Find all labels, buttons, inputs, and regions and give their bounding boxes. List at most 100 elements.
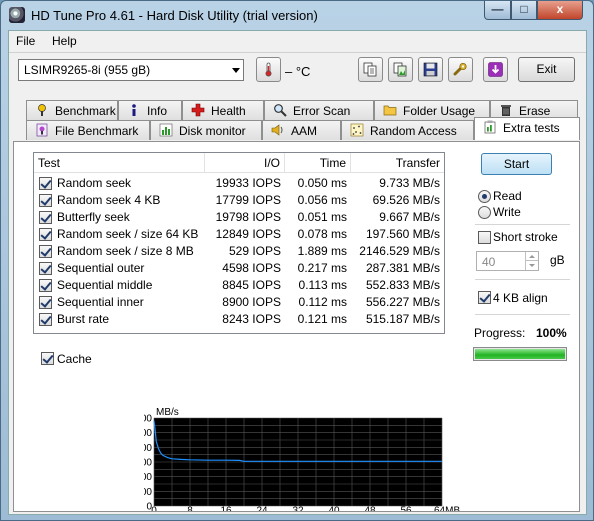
tab-folder-usage[interactable]: Folder Usage bbox=[374, 100, 490, 120]
test-name-cell: Random seek / size 8 MB bbox=[57, 244, 194, 258]
time-cell: 0.112 ms bbox=[298, 295, 347, 309]
close-button[interactable]: x bbox=[537, 1, 583, 20]
spin-down-icon[interactable] bbox=[525, 261, 538, 270]
table-row[interactable]: Random seek / size 64 KB 12849 IOPS 0.078 … bbox=[34, 226, 444, 243]
table-row[interactable]: Burst rate 8243 IOPS 0.121 ms 515.187 MB/s bbox=[34, 311, 444, 328]
drive-select[interactable]: LSIMR9265-8i (955 gB) bbox=[18, 59, 244, 81]
tab-disk-monitor[interactable]: Disk monitor bbox=[150, 120, 262, 140]
progress-fill bbox=[475, 349, 565, 359]
column-header-transfer[interactable]: Transfer bbox=[351, 153, 444, 173]
y-axis-label: MB/s bbox=[156, 407, 179, 418]
temperature-button[interactable] bbox=[256, 57, 281, 82]
tab-info[interactable]: Info bbox=[118, 100, 182, 120]
tab-file-benchmark[interactable]: File Benchmark bbox=[26, 120, 150, 140]
short-stroke-input[interactable]: 40 bbox=[476, 251, 539, 271]
app-window: HD Tune Pro 4.61 - Hard Disk Utility (tr… bbox=[0, 0, 594, 521]
title-bar[interactable]: HD Tune Pro 4.61 - Hard Disk Utility (tr… bbox=[1, 1, 593, 29]
write-radio[interactable] bbox=[478, 206, 491, 219]
row-checkbox[interactable] bbox=[39, 245, 52, 258]
tab-disk-monitor-label: Disk monitor bbox=[179, 124, 246, 138]
benchmark-icon bbox=[38, 104, 46, 116]
maximize-button[interactable]: □ bbox=[511, 1, 537, 20]
start-button[interactable]: Start bbox=[481, 153, 552, 175]
copy-text-button[interactable] bbox=[358, 57, 383, 82]
row-checkbox[interactable] bbox=[39, 194, 52, 207]
tab-benchmark[interactable]: Benchmark bbox=[26, 100, 118, 120]
window-title: HD Tune Pro 4.61 - Hard Disk Utility (tr… bbox=[31, 8, 318, 23]
align-4kb-checkbox[interactable] bbox=[478, 291, 491, 304]
file-benchmark-icon bbox=[36, 123, 48, 137]
column-header-io[interactable]: I/O bbox=[205, 153, 285, 173]
tab-health[interactable]: Health bbox=[182, 100, 264, 120]
tab-folder-usage-label: Folder Usage bbox=[403, 104, 476, 118]
transfer-cell: 515.187 MB/s bbox=[365, 312, 440, 326]
tab-file-benchmark-label: File Benchmark bbox=[55, 124, 139, 138]
table-row[interactable]: Random seek 4 KB 17799 IOPS 0.056 ms 69.526… bbox=[34, 192, 444, 209]
download-button[interactable] bbox=[483, 57, 508, 82]
table-row[interactable]: Random seek 19933 IOPS 0.050 ms 9.733 MB/s bbox=[34, 175, 444, 192]
io-cell: 17799 IOPS bbox=[215, 193, 281, 207]
wrench-icon bbox=[453, 62, 467, 76]
row-checkbox[interactable] bbox=[39, 228, 52, 241]
thermometer-icon bbox=[265, 62, 272, 77]
table-row[interactable]: Sequential inner 8900 IOPS 0.112 ms 556.227… bbox=[34, 294, 444, 311]
folder-icon bbox=[383, 105, 397, 116]
row-checkbox[interactable] bbox=[39, 262, 52, 275]
test-name-cell: Random seek bbox=[57, 176, 132, 190]
transfer-cell: 552.833 MB/s bbox=[365, 278, 440, 292]
table-row[interactable]: Random seek / size 8 MB 529 IOPS 1.889 ms 2… bbox=[34, 243, 444, 260]
tab-aam[interactable]: AAM bbox=[262, 120, 341, 140]
menu-file[interactable]: File bbox=[16, 34, 35, 48]
row-checkbox[interactable] bbox=[39, 177, 52, 190]
tab-extra-tests-label: Extra tests bbox=[503, 121, 560, 135]
toolbar-divider bbox=[9, 52, 586, 53]
tab-error-scan[interactable]: Error Scan bbox=[264, 100, 374, 120]
table-row[interactable]: Sequential outer 4598 IOPS 0.217 ms 287.381… bbox=[34, 260, 444, 277]
floppy-disk-icon bbox=[423, 62, 438, 77]
io-cell: 8845 IOPS bbox=[222, 278, 281, 292]
x-tick-label: 0 bbox=[151, 505, 157, 511]
time-cell: 0.113 ms bbox=[298, 278, 347, 292]
row-checkbox[interactable] bbox=[39, 313, 52, 326]
test-name-cell: Random seek / size 64 KB bbox=[57, 227, 199, 241]
tab-benchmark-label: Benchmark bbox=[55, 104, 116, 118]
random-access-icon bbox=[350, 123, 364, 137]
read-radio[interactable] bbox=[478, 190, 491, 203]
options-divider-3 bbox=[475, 314, 570, 315]
short-stroke-label: Short stroke bbox=[493, 230, 558, 244]
short-stroke-checkbox[interactable] bbox=[478, 231, 491, 244]
tab-error-scan-label: Error Scan bbox=[293, 104, 351, 118]
spin-up-icon[interactable] bbox=[525, 252, 538, 261]
table-row[interactable]: Sequential middle 8845 IOPS 0.113 ms 552.83… bbox=[34, 277, 444, 294]
client-area: File Help LSIMR9265-8i (955 gB) – °C Exi… bbox=[8, 30, 587, 515]
trash-icon bbox=[501, 105, 511, 116]
speaker-icon bbox=[271, 124, 283, 136]
column-header-time[interactable]: Time bbox=[285, 153, 351, 173]
cache-checkbox[interactable] bbox=[41, 352, 54, 365]
table-header: Test I/O Time Transfer bbox=[34, 153, 444, 173]
transfer-cell: 287.381 MB/s bbox=[365, 261, 440, 275]
transfer-cell: 9.733 MB/s bbox=[379, 176, 440, 190]
exit-button[interactable]: Exit bbox=[518, 57, 575, 82]
x-tick-label: 32 bbox=[292, 505, 304, 511]
chevron-down-icon bbox=[232, 68, 240, 73]
progress-value: 100% bbox=[536, 326, 567, 340]
y-tick-label: 200 bbox=[144, 472, 152, 483]
tab-info-label: Info bbox=[147, 104, 168, 118]
tab-random-access[interactable]: Random Access bbox=[341, 120, 474, 140]
tab-erase-label: Erase bbox=[519, 104, 551, 118]
options-button[interactable] bbox=[448, 57, 473, 82]
copy-screenshot-button[interactable] bbox=[388, 57, 413, 82]
tab-extra-tests[interactable]: Extra tests bbox=[474, 117, 580, 140]
copy-icon bbox=[363, 62, 377, 77]
menu-help[interactable]: Help bbox=[52, 34, 77, 48]
y-tick-label: 500 bbox=[144, 428, 152, 439]
column-header-test[interactable]: Test bbox=[34, 153, 205, 173]
transfer-rate-chart: 0100200300400500600 0816243240485664MB M… bbox=[144, 406, 462, 511]
row-checkbox[interactable] bbox=[39, 296, 52, 309]
row-checkbox[interactable] bbox=[39, 211, 52, 224]
row-checkbox[interactable] bbox=[39, 279, 52, 292]
save-button[interactable] bbox=[418, 57, 443, 82]
minimize-button[interactable]: — bbox=[484, 1, 511, 20]
table-row[interactable]: Butterfly seek 19798 IOPS 0.051 ms 9.667 MB… bbox=[34, 209, 444, 226]
